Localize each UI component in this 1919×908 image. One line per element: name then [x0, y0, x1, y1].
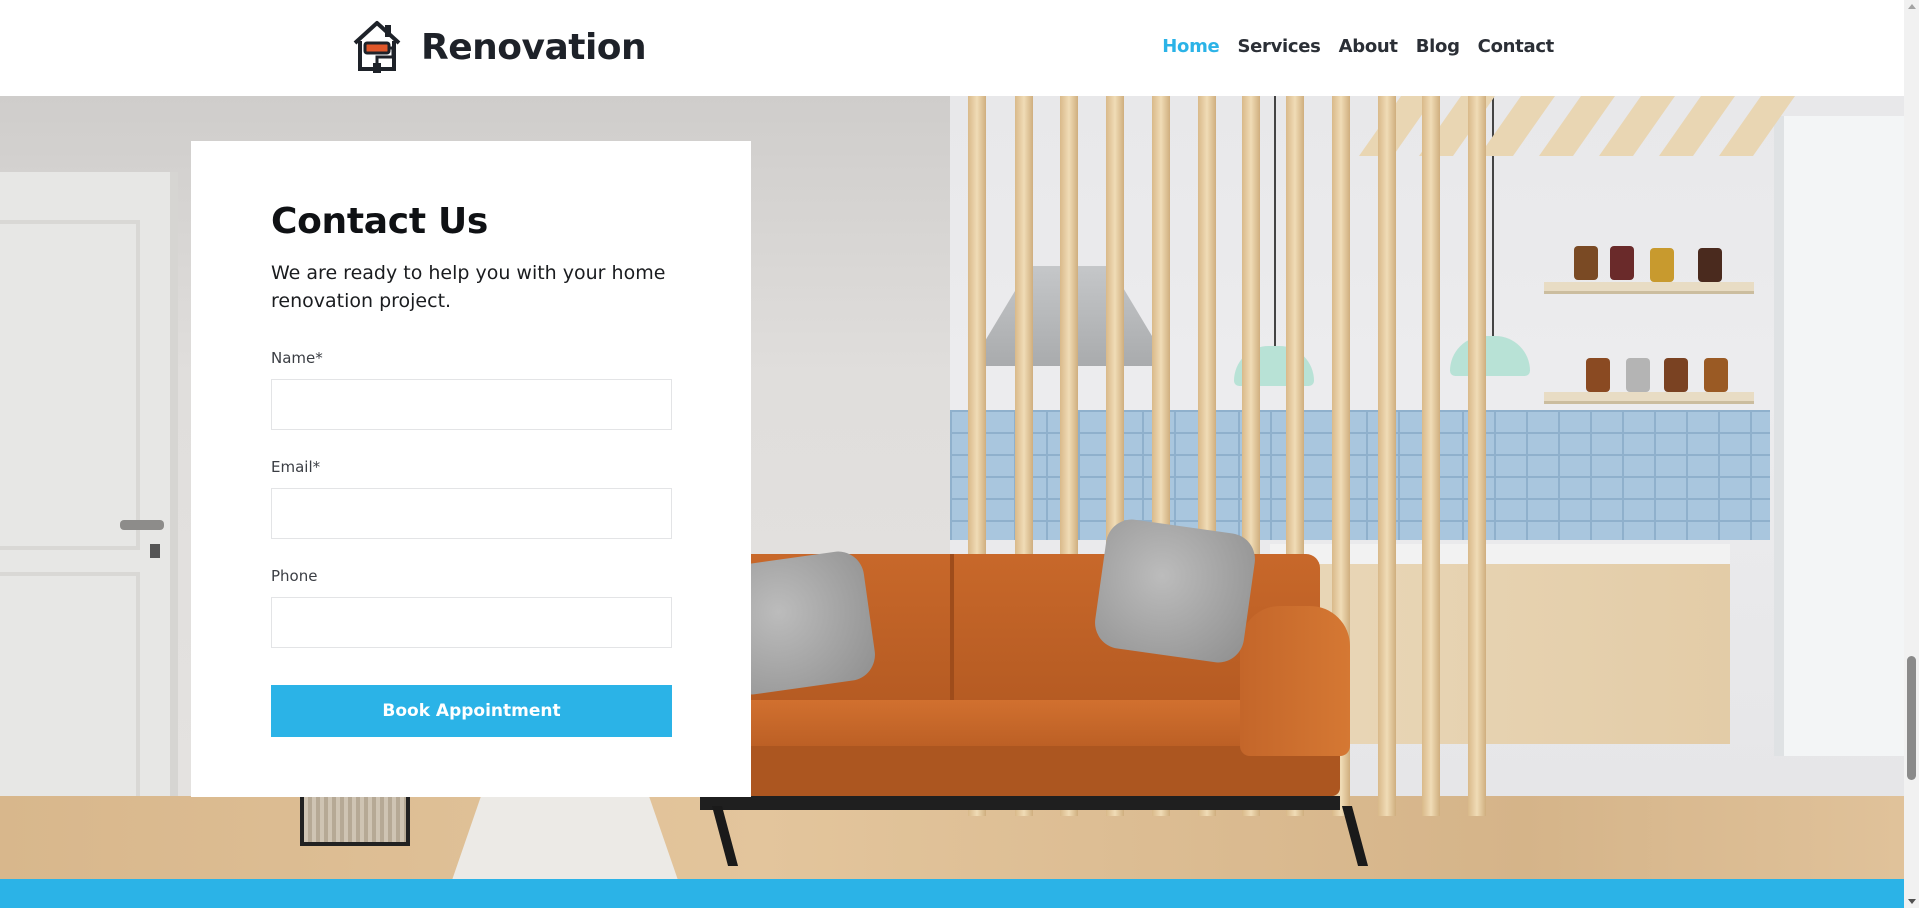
contact-subtitle: We are ready to help you with your home … [271, 262, 666, 312]
logo[interactable]: Renovation [351, 19, 647, 75]
nav-home[interactable]: Home [1162, 36, 1220, 57]
nav-contact[interactable]: Contact [1478, 36, 1555, 57]
scroll-thumb[interactable] [1907, 656, 1916, 780]
nav-services[interactable]: Services [1237, 36, 1320, 57]
footer-accent-bar [0, 879, 1904, 908]
phone-label: Phone [271, 567, 318, 585]
main-nav: Home Services About Blog Contact [1162, 36, 1554, 57]
shelf [1544, 392, 1754, 404]
site-header: Renovation Home Services About Blog Cont… [0, 0, 1904, 96]
phone-field[interactable] [271, 597, 672, 648]
house-paint-roller-icon [353, 21, 401, 73]
logo-text: Renovation [421, 26, 647, 68]
name-label: Name* [271, 349, 323, 367]
page-scrollbar[interactable] [1904, 0, 1919, 908]
scroll-up-arrow-icon[interactable] [1908, 4, 1916, 9]
scroll-down-arrow-icon[interactable] [1908, 899, 1916, 904]
side-table [450, 786, 680, 879]
window [1774, 116, 1904, 756]
shelf [1544, 282, 1754, 294]
cushion [1091, 516, 1259, 666]
book-appointment-button[interactable]: Book Appointment [271, 685, 672, 737]
contact-card: Contact Us We are ready to help you with… [191, 141, 751, 797]
email-field[interactable] [271, 488, 672, 539]
nav-blog[interactable]: Blog [1416, 36, 1460, 57]
contact-title: Contact Us [271, 201, 489, 242]
nav-about[interactable]: About [1339, 36, 1398, 57]
name-field[interactable] [271, 379, 672, 430]
door-handle [120, 520, 164, 530]
email-label: Email* [271, 458, 321, 476]
